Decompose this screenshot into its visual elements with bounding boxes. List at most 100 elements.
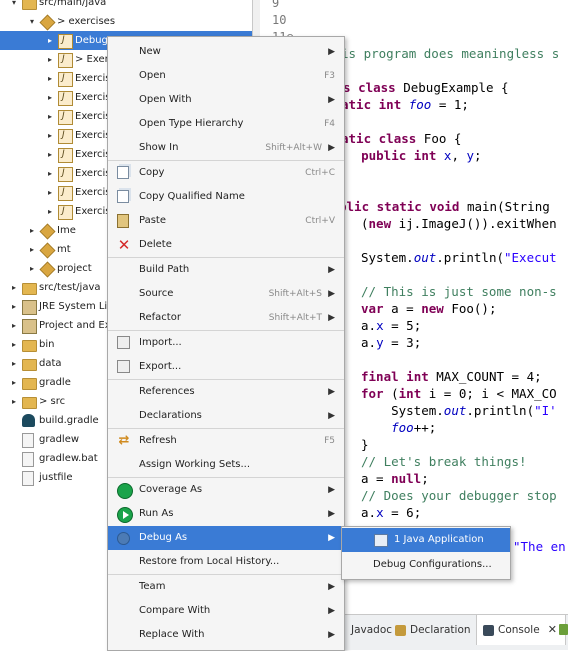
expand-right-icon[interactable]: ▸: [8, 373, 20, 392]
tree-item-label: Exercis: [75, 92, 111, 103]
expand-down-icon[interactable]: ▾: [8, 0, 20, 12]
submenu-arrow-icon: ▶: [328, 411, 335, 421]
tab-console[interactable]: Console ✕: [476, 615, 566, 645]
package-icon: [39, 242, 56, 259]
menu-item-label: Copy Qualified Name: [139, 191, 245, 202]
code-line: a.x = 5;: [361, 318, 422, 333]
code-line: System.out.println("Execut: [361, 250, 557, 265]
expand-right-icon[interactable]: ▸: [44, 183, 56, 202]
close-icon[interactable]: ✕: [548, 623, 557, 636]
file-icon: [22, 452, 34, 467]
menu-item-references[interactable]: References ▶: [108, 380, 344, 404]
submenu-item-debug-configurations[interactable]: Debug Configurations...: [342, 553, 510, 577]
tree-item-label: project: [57, 263, 92, 274]
menu-item-replace-with[interactable]: Replace With ▶: [108, 623, 344, 647]
submenu-arrow-icon: ▶: [328, 265, 335, 275]
menu-item-refresh[interactable]: ⇄ Refresh F5: [108, 429, 344, 453]
menu-item-label: Source: [139, 288, 174, 299]
expand-right-icon[interactable]: ▸: [44, 31, 56, 50]
tab-javadoc[interactable]: Javadoc: [351, 615, 395, 645]
menu-item-assign-working-sets[interactable]: Assign Working Sets...: [108, 453, 344, 477]
menu-item-copy-qualified-name[interactable]: Copy Qualified Name: [108, 185, 344, 209]
expand-right-icon[interactable]: ▸: [8, 392, 20, 411]
submenu-arrow-icon: ▶: [328, 47, 335, 57]
expand-down-icon[interactable]: ▾: [26, 12, 38, 31]
export-icon: [117, 360, 130, 373]
submenu-arrow-icon: ▶: [328, 289, 335, 299]
menu-item-show-in[interactable]: Show In Shift+Alt+W ▶: [108, 136, 344, 160]
menu-item-run-as[interactable]: Run As ▶: [108, 502, 344, 526]
menu-item-debug-as[interactable]: Debug As ▶: [108, 526, 344, 550]
java-application-icon: [374, 534, 388, 547]
menu-item-label: Delete: [139, 239, 172, 250]
expand-right-icon[interactable]: ▸: [8, 335, 20, 354]
menu-item-open[interactable]: Open F3: [108, 64, 344, 88]
expand-right-icon[interactable]: ▸: [8, 354, 20, 373]
progress-view-icon[interactable]: [559, 624, 568, 635]
expand-right-icon[interactable]: ▸: [44, 50, 56, 69]
menu-item-compare-with[interactable]: Compare With ▶: [108, 599, 344, 623]
submenu-arrow-icon: ▶: [328, 313, 335, 323]
menu-item-restore-from-local-history[interactable]: Restore from Local History...: [108, 550, 344, 574]
console-icon: [483, 624, 494, 636]
menu-item-export[interactable]: Export...: [108, 355, 344, 379]
tree-item-label: Exercis: [75, 187, 111, 198]
tree-item[interactable]: ▾ > exercises: [0, 12, 252, 31]
menu-item-open-with[interactable]: Open With ▶: [108, 88, 344, 112]
menu-item-new[interactable]: New ▶: [108, 40, 344, 64]
menu-item-refactor[interactable]: Refactor Shift+Alt+T ▶: [108, 306, 344, 330]
code-line: a = null;: [361, 471, 429, 486]
folder-icon: [22, 359, 37, 371]
expand-right-icon[interactable]: ▸: [44, 126, 56, 145]
expand-right-icon[interactable]: ▸: [26, 259, 38, 278]
tree-item-label: Debug: [75, 35, 108, 46]
expand-right-icon[interactable]: ▸: [44, 164, 56, 183]
copy-icon: [117, 166, 129, 179]
menu-item-delete[interactable]: ✕ Delete: [108, 233, 344, 257]
expand-right-icon[interactable]: ▸: [8, 297, 20, 316]
code-line: "The en: [513, 539, 566, 554]
code-line: a.x = 6;: [361, 505, 422, 520]
menu-item-source[interactable]: Source Shift+Alt+S ▶: [108, 282, 344, 306]
menu-item-build-path[interactable]: Build Path ▶: [108, 258, 344, 282]
expand-right-icon[interactable]: ▸: [8, 278, 20, 297]
bottom-panel-tabs: Javadoc Declaration Console ✕: [343, 614, 568, 650]
expand-right-icon[interactable]: ▸: [26, 221, 38, 240]
tree-item-label: JRE System Libr: [39, 301, 118, 312]
expand-right-icon[interactable]: ▸: [44, 69, 56, 88]
package-icon: [39, 14, 56, 31]
expand-right-icon[interactable]: ▸: [26, 240, 38, 259]
menu-item-paste[interactable]: Paste Ctrl+V: [108, 209, 344, 233]
tree-item[interactable]: ▾ src/main/java: [0, 0, 252, 12]
tree-item-label: src/test/java: [39, 282, 101, 293]
menu-shortcut: F5: [324, 436, 335, 446]
menu-item-declarations[interactable]: Declarations ▶: [108, 404, 344, 428]
submenu-arrow-icon: ▶: [328, 606, 335, 616]
tree-item-label: data: [39, 358, 62, 369]
menu-shortcut: F4: [324, 119, 335, 129]
menu-item-import[interactable]: Import...: [108, 331, 344, 355]
code-line: }: [361, 437, 369, 452]
menu-item-copy[interactable]: Copy Ctrl+C: [108, 161, 344, 185]
code-line: final int MAX_COUNT = 4;: [361, 369, 542, 384]
menu-shortcut: Shift+Alt+S: [268, 289, 322, 299]
tab-declaration[interactable]: Declaration: [395, 615, 475, 645]
tab-label: Declaration: [410, 624, 471, 636]
tree-item-label: gradle: [39, 377, 71, 388]
tree-item-label: > src: [39, 396, 66, 407]
menu-item-coverage-as[interactable]: Coverage As ▶: [108, 478, 344, 502]
menu-item-team[interactable]: Team ▶: [108, 575, 344, 599]
library-icon: [22, 319, 37, 334]
expand-right-icon[interactable]: ▸: [44, 145, 56, 164]
tree-item-label: justfile: [39, 472, 73, 483]
expand-right-icon[interactable]: ▸: [44, 107, 56, 126]
menu-item-label: Copy: [139, 167, 165, 178]
tree-item-label: Exercis: [75, 168, 111, 179]
expand-right-icon[interactable]: ▸: [44, 88, 56, 107]
menu-item-open-type-hierarchy[interactable]: Open Type Hierarchy F4: [108, 112, 344, 136]
expand-right-icon[interactable]: ▸: [8, 316, 20, 335]
expand-right-icon[interactable]: ▸: [44, 202, 56, 221]
submenu-arrow-icon: ▶: [328, 95, 335, 105]
submenu-item-1-java-application[interactable]: 1 Java Application: [342, 528, 510, 552]
menu-item-label: Restore from Local History...: [139, 556, 280, 567]
